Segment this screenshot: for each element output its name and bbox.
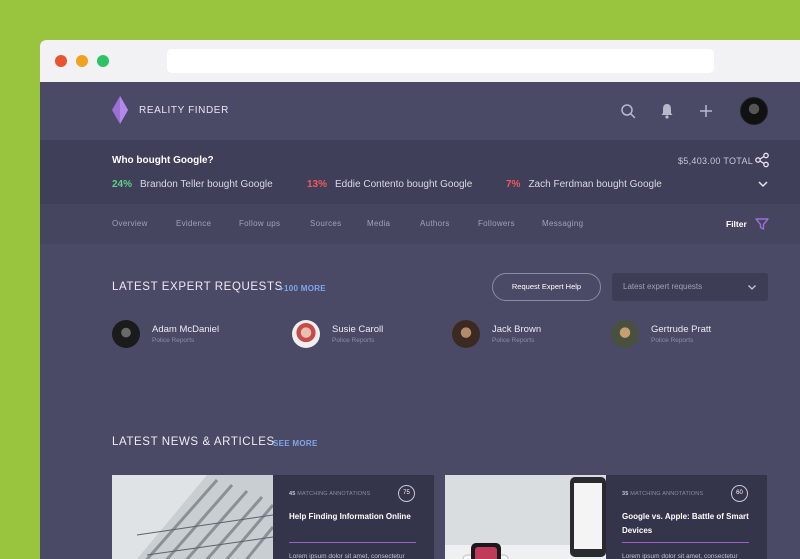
expert-name: Gertrude Pratt — [651, 324, 712, 335]
news-section-title: LATEST NEWS & ARTICLES — [112, 436, 275, 448]
avatar — [112, 320, 140, 348]
minimize-window-button[interactable] — [76, 55, 88, 67]
stat-text: Brandon Teller bought Google — [140, 179, 273, 190]
tab-followers[interactable]: Followers — [478, 219, 515, 228]
search-icon[interactable] — [619, 102, 637, 120]
divider — [622, 542, 749, 543]
select-value: Latest expert requests — [623, 282, 703, 291]
expert-item[interactable]: Adam McDaniel Police Reports — [112, 319, 262, 349]
brand-name: REALITY FINDER — [139, 105, 229, 116]
annotations-count: 45 MATCHING ANNOTATIONS — [289, 491, 371, 497]
tab-overview[interactable]: Overview — [112, 219, 148, 228]
score-badge: 75 — [398, 485, 415, 502]
article-body: 45 MATCHING ANNOTATIONS 75 Help Finding … — [273, 475, 434, 559]
expert-item[interactable]: Gertrude Pratt Police Reports — [611, 319, 761, 349]
article-title[interactable]: Google vs. Apple: Battle of Smart Device… — [622, 510, 757, 538]
diamond-logo-icon[interactable] — [112, 96, 128, 124]
filter-icon[interactable] — [755, 217, 769, 231]
request-expert-help-button[interactable]: Request Expert Help — [492, 273, 601, 301]
tab-sources[interactable]: Sources — [310, 219, 341, 228]
stat-item: 13% Eddie Contento bought Google — [307, 179, 472, 190]
main-content: LATEST EXPERT REQUESTS +100 MORE Request… — [40, 244, 800, 559]
chevron-down-icon — [748, 285, 756, 290]
tab-authors[interactable]: Authors — [420, 219, 450, 228]
tab-media[interactable]: Media — [367, 219, 390, 228]
divider — [289, 542, 416, 543]
expert-role: Police Reports — [152, 337, 195, 344]
article-title[interactable]: Help Finding Information Online — [289, 510, 424, 524]
expert-requests-select[interactable]: Latest expert requests — [612, 273, 768, 301]
article-card[interactable]: 45 MATCHING ANNOTATIONS 75 Help Finding … — [112, 475, 434, 559]
score-badge: 60 — [731, 485, 748, 502]
top-bar: REALITY FINDER — [40, 82, 800, 140]
expert-role: Police Reports — [492, 337, 535, 344]
question-title: Who bought Google? — [112, 155, 214, 166]
share-icon[interactable] — [754, 152, 770, 168]
annotations-count: 35 MATCHING ANNOTATIONS — [622, 491, 704, 497]
expert-role: Police Reports — [651, 337, 694, 344]
avatar — [452, 320, 480, 348]
article-excerpt: Lorem ipsum dolor sit amet, consectetur … — [289, 553, 405, 559]
more-experts-link[interactable]: +100 MORE — [279, 284, 326, 293]
browser-window: REALITY FINDER Who bought Google? $5,403… — [40, 40, 800, 559]
address-bar[interactable] — [167, 49, 714, 73]
expert-item[interactable]: Susie Caroll Police Reports — [292, 319, 442, 349]
expert-name: Susie Caroll — [332, 324, 384, 335]
browser-chrome — [40, 40, 800, 82]
stat-percent: 7% — [506, 179, 521, 190]
expert-role: Police Reports — [332, 337, 375, 344]
expert-name: Jack Brown — [492, 324, 542, 335]
filter-button[interactable]: Filter — [726, 219, 747, 229]
avatar — [611, 320, 639, 348]
chevron-down-icon[interactable] — [757, 178, 769, 190]
user-avatar[interactable] — [740, 97, 768, 125]
article-card[interactable]: 35 MATCHING ANNOTATIONS 60 Google vs. Ap… — [445, 475, 767, 559]
stat-text: Eddie Contento bought Google — [335, 179, 473, 190]
maximize-window-button[interactable] — [97, 55, 109, 67]
article-body: 35 MATCHING ANNOTATIONS 60 Google vs. Ap… — [606, 475, 767, 559]
question-summary: Who bought Google? $5,403.00 TOTAL 24% Br… — [40, 140, 800, 204]
bell-icon[interactable] — [658, 102, 676, 120]
total-amount: $5,403.00 TOTAL — [678, 156, 754, 166]
experts-section-title: LATEST EXPERT REQUESTS — [112, 281, 283, 293]
stat-text: Zach Ferdman bought Google — [528, 179, 662, 190]
stat-item: 7% Zach Ferdman bought Google — [506, 179, 662, 190]
avatar — [292, 320, 320, 348]
tab-follow-ups[interactable]: Follow ups — [239, 219, 280, 228]
tab-messaging[interactable]: Messaging — [542, 219, 583, 228]
building-photo — [112, 475, 273, 559]
stat-percent: 13% — [307, 179, 328, 190]
plus-icon[interactable] — [697, 102, 715, 120]
stat-percent: 24% — [112, 179, 133, 190]
devices-photo — [445, 475, 606, 559]
tab-bar: Overview Evidence Follow ups Sources Med… — [40, 204, 800, 244]
tab-evidence[interactable]: Evidence — [176, 219, 211, 228]
article-excerpt: Lorem ipsum dolor sit amet, consectetur … — [622, 553, 738, 559]
expert-name: Adam McDaniel — [152, 324, 220, 335]
close-window-button[interactable] — [55, 55, 67, 67]
expert-item[interactable]: Jack Brown Police Reports — [452, 319, 602, 349]
stat-item: 24% Brandon Teller bought Google — [112, 179, 273, 190]
see-more-news-link[interactable]: SEE MORE — [273, 439, 318, 448]
